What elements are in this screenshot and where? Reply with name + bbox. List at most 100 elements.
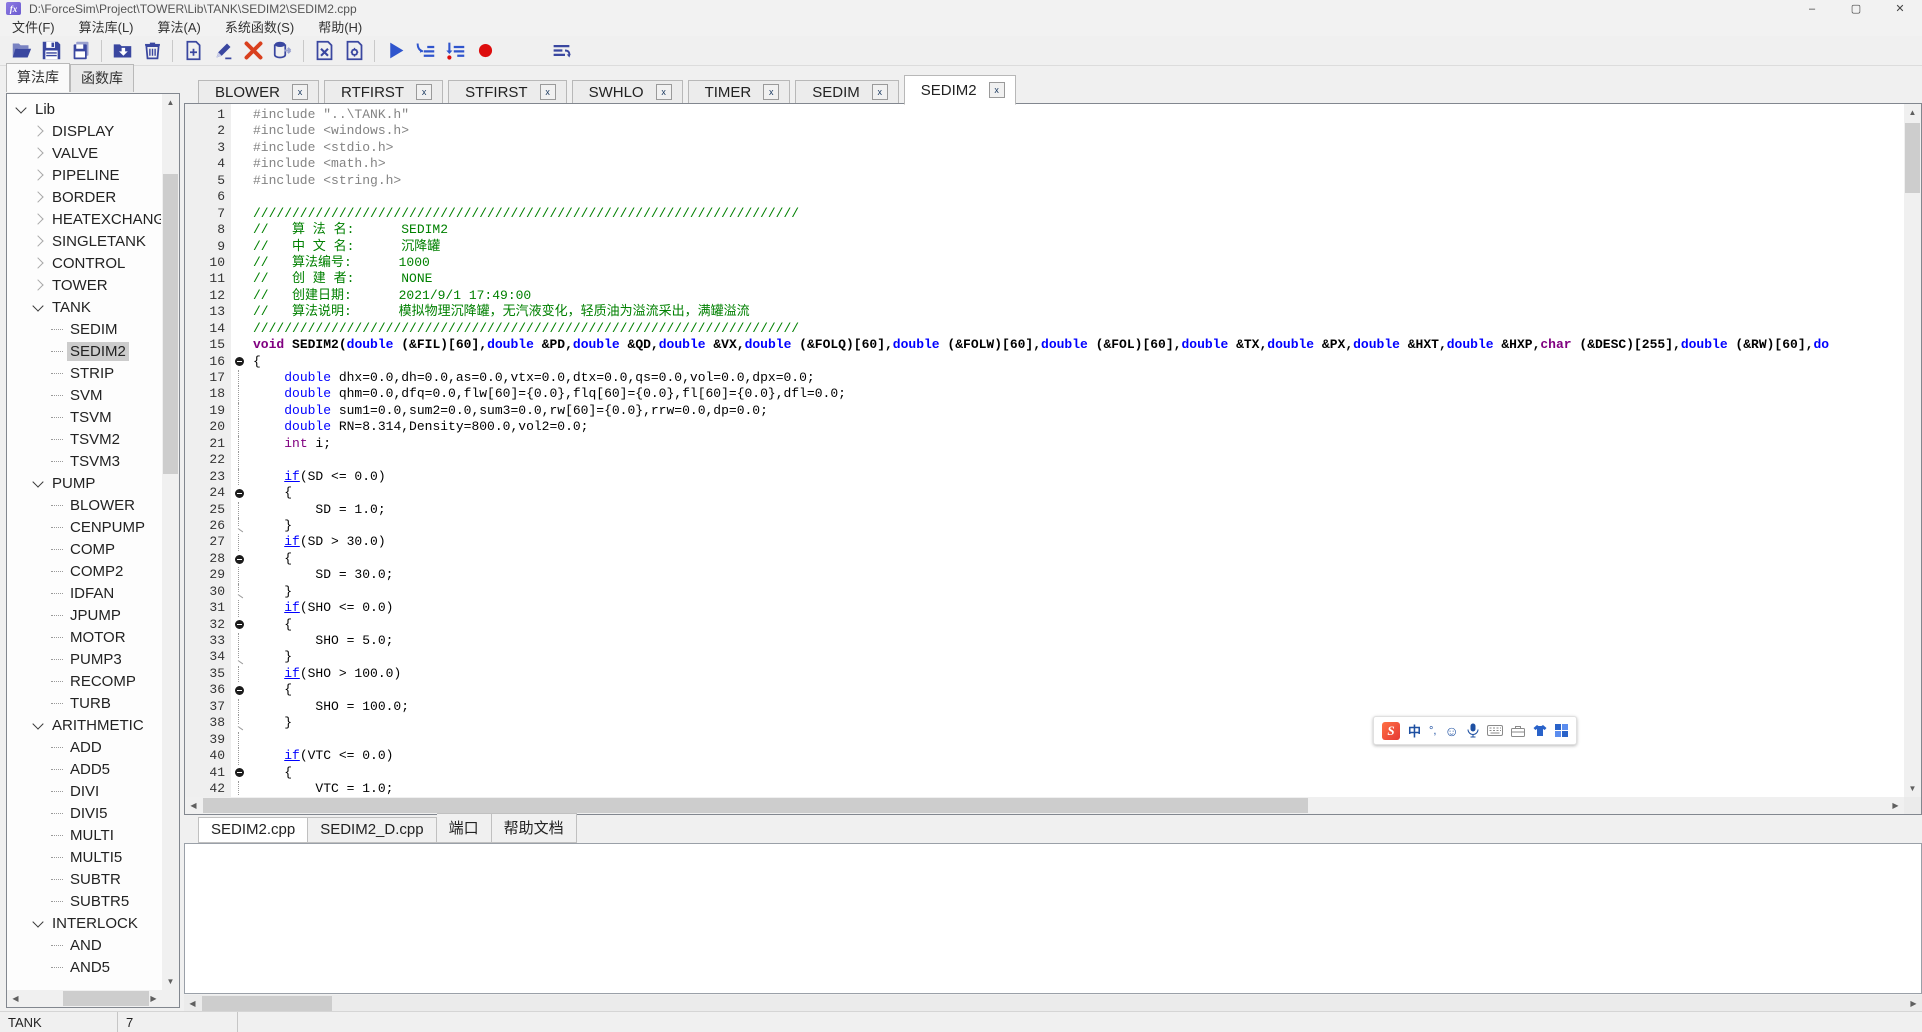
fold-marker[interactable] <box>225 765 253 781</box>
editor-tab-SWHLO[interactable]: SWHLOx <box>572 80 683 104</box>
ime-toolbar[interactable]: S 中 °, ☺ <box>1373 716 1577 745</box>
tree-item-SINGLETANK[interactable]: SINGLETANK <box>7 230 161 252</box>
tree-vscroll-thumb[interactable] <box>163 174 178 474</box>
save-icon[interactable] <box>36 38 66 64</box>
edit-icon[interactable] <box>208 38 238 64</box>
collapse-icon[interactable] <box>235 357 244 366</box>
menu-item-0[interactable]: 文件(F) <box>0 17 67 36</box>
fold-marker[interactable] <box>225 354 253 370</box>
run-icon[interactable] <box>380 38 410 64</box>
tree-item-MOTOR[interactable]: MOTOR <box>7 626 161 648</box>
punctuation-icon[interactable]: °, <box>1429 725 1436 737</box>
tab-close-icon[interactable]: x <box>416 84 432 100</box>
bottom-tab-端口[interactable]: 端口 <box>437 813 492 843</box>
tree-item-TURB[interactable]: TURB <box>7 692 161 714</box>
toolbox-icon[interactable] <box>1511 725 1525 737</box>
collapse-icon[interactable] <box>235 555 244 564</box>
scroll-up-icon[interactable]: ▲ <box>1904 104 1921 121</box>
tree-item-MULTI5[interactable]: MULTI5 <box>7 846 161 868</box>
tree-item-HEATEXCHANGER[interactable]: HEATEXCHANGER <box>7 208 161 230</box>
chinese-mode-icon[interactable]: 中 <box>1408 721 1421 740</box>
sidebar-tab-函数库[interactable]: 函数库 <box>70 64 134 92</box>
tree-item-JPUMP[interactable]: JPUMP <box>7 604 161 626</box>
bottom-tab-SEDIM2.cpp[interactable]: SEDIM2.cpp <box>198 817 308 843</box>
chevron-right-icon[interactable] <box>32 191 43 202</box>
tab-close-icon[interactable]: x <box>292 84 308 100</box>
tree-item-SUBTR[interactable]: SUBTR <box>7 868 161 890</box>
chevron-down-icon[interactable] <box>32 476 43 487</box>
tab-close-icon[interactable]: x <box>540 84 556 100</box>
tree-item-AND5[interactable]: AND5 <box>7 956 161 978</box>
menu-item-1[interactable]: 算法库(L) <box>67 17 146 36</box>
menu-item-2[interactable]: 算法(A) <box>146 17 213 36</box>
editor-tab-TIMER[interactable]: TIMERx <box>688 80 791 104</box>
bottom-panel-content[interactable] <box>184 843 1922 994</box>
tree-item-TSVM3[interactable]: TSVM3 <box>7 450 161 472</box>
tree-item-ADD[interactable]: ADD <box>7 736 161 758</box>
tree-item-DIVI5[interactable]: DIVI5 <box>7 802 161 824</box>
tree-item-MULTI[interactable]: MULTI <box>7 824 161 846</box>
tree-item-BORDER[interactable]: BORDER <box>7 186 161 208</box>
file-config-icon[interactable] <box>339 38 369 64</box>
tree-item-DIVI[interactable]: DIVI <box>7 780 161 802</box>
scroll-down-icon[interactable]: ▼ <box>1904 780 1921 797</box>
tree-vertical-scrollbar[interactable]: ▲ ▼ <box>162 94 179 990</box>
bottom-hscroll-thumb[interactable] <box>202 996 332 1011</box>
tab-close-icon[interactable]: x <box>872 84 888 100</box>
editor-vertical-scrollbar[interactable]: ▲ ▼ <box>1904 104 1921 797</box>
exit-icon[interactable] <box>546 38 576 64</box>
tree-item-AND[interactable]: AND <box>7 934 161 956</box>
step-into-icon[interactable] <box>410 38 440 64</box>
collapse-icon[interactable] <box>235 768 244 777</box>
editor-tab-SEDIM[interactable]: SEDIMx <box>795 80 899 104</box>
scroll-right-icon[interactable]: ▶ <box>1905 995 1922 1012</box>
open-folder-icon[interactable] <box>6 38 36 64</box>
sidebar-tab-算法库[interactable]: 算法库 <box>6 63 70 92</box>
grid-icon[interactable] <box>1555 724 1568 737</box>
chevron-right-icon[interactable] <box>32 279 43 290</box>
tree-item-ADD5[interactable]: ADD5 <box>7 758 161 780</box>
tree-item-INTERLOCK[interactable]: INTERLOCK <box>7 912 161 934</box>
save-all-icon[interactable] <box>66 38 96 64</box>
bottom-scrollbar[interactable]: ◀ ▶ <box>184 995 1922 1012</box>
chevron-down-icon[interactable] <box>32 916 43 927</box>
collapse-icon[interactable] <box>235 620 244 629</box>
tree-item-COMP2[interactable]: COMP2 <box>7 560 161 582</box>
tab-close-icon[interactable]: x <box>989 82 1005 98</box>
remove-red-icon[interactable] <box>238 38 268 64</box>
maximize-button[interactable]: ▢ <box>1834 0 1878 17</box>
editor-tab-SEDIM2[interactable]: SEDIM2x <box>904 75 1016 105</box>
scroll-left-icon[interactable]: ◀ <box>7 990 24 1007</box>
fold-marker[interactable] <box>225 617 253 633</box>
tree-item-SEDIM[interactable]: SEDIM <box>7 318 161 340</box>
scroll-left-icon[interactable]: ◀ <box>185 797 202 814</box>
tree-item-ARITHMETIC[interactable]: ARITHMETIC <box>7 714 161 736</box>
add-to-folder-icon[interactable] <box>107 38 137 64</box>
file-build-icon[interactable] <box>309 38 339 64</box>
menu-item-4[interactable]: 帮助(H) <box>306 17 374 36</box>
scroll-left-icon[interactable]: ◀ <box>184 995 201 1012</box>
collapse-icon[interactable] <box>235 489 244 498</box>
record-icon[interactable] <box>470 38 500 64</box>
chevron-right-icon[interactable] <box>32 125 43 136</box>
scroll-down-icon[interactable]: ▼ <box>162 973 179 990</box>
keyboard-icon[interactable] <box>1487 725 1503 736</box>
voice-icon[interactable] <box>1467 723 1479 738</box>
chevron-right-icon[interactable] <box>32 235 43 246</box>
fold-marker[interactable] <box>225 551 253 567</box>
tree-item-VALVE[interactable]: VALVE <box>7 142 161 164</box>
tree-item-PUMP3[interactable]: PUMP3 <box>7 648 161 670</box>
tree-item-IDFAN[interactable]: IDFAN <box>7 582 161 604</box>
tree-hscroll-thumb[interactable] <box>63 991 149 1006</box>
tree-item-SEDIM2[interactable]: SEDIM2 <box>7 340 161 362</box>
bottom-tab-帮助文档[interactable]: 帮助文档 <box>492 813 577 843</box>
menu-item-3[interactable]: 系统函数(S) <box>213 17 306 36</box>
tree-item-BLOWER[interactable]: BLOWER <box>7 494 161 516</box>
chevron-down-icon[interactable] <box>32 718 43 729</box>
tree-item-CENPUMP[interactable]: CENPUMP <box>7 516 161 538</box>
tab-close-icon[interactable]: x <box>656 84 672 100</box>
chevron-right-icon[interactable] <box>32 169 43 180</box>
scroll-right-icon[interactable]: ▶ <box>1887 797 1904 814</box>
chevron-down-icon[interactable] <box>32 300 43 311</box>
editor-tab-BLOWER[interactable]: BLOWERx <box>198 80 319 104</box>
